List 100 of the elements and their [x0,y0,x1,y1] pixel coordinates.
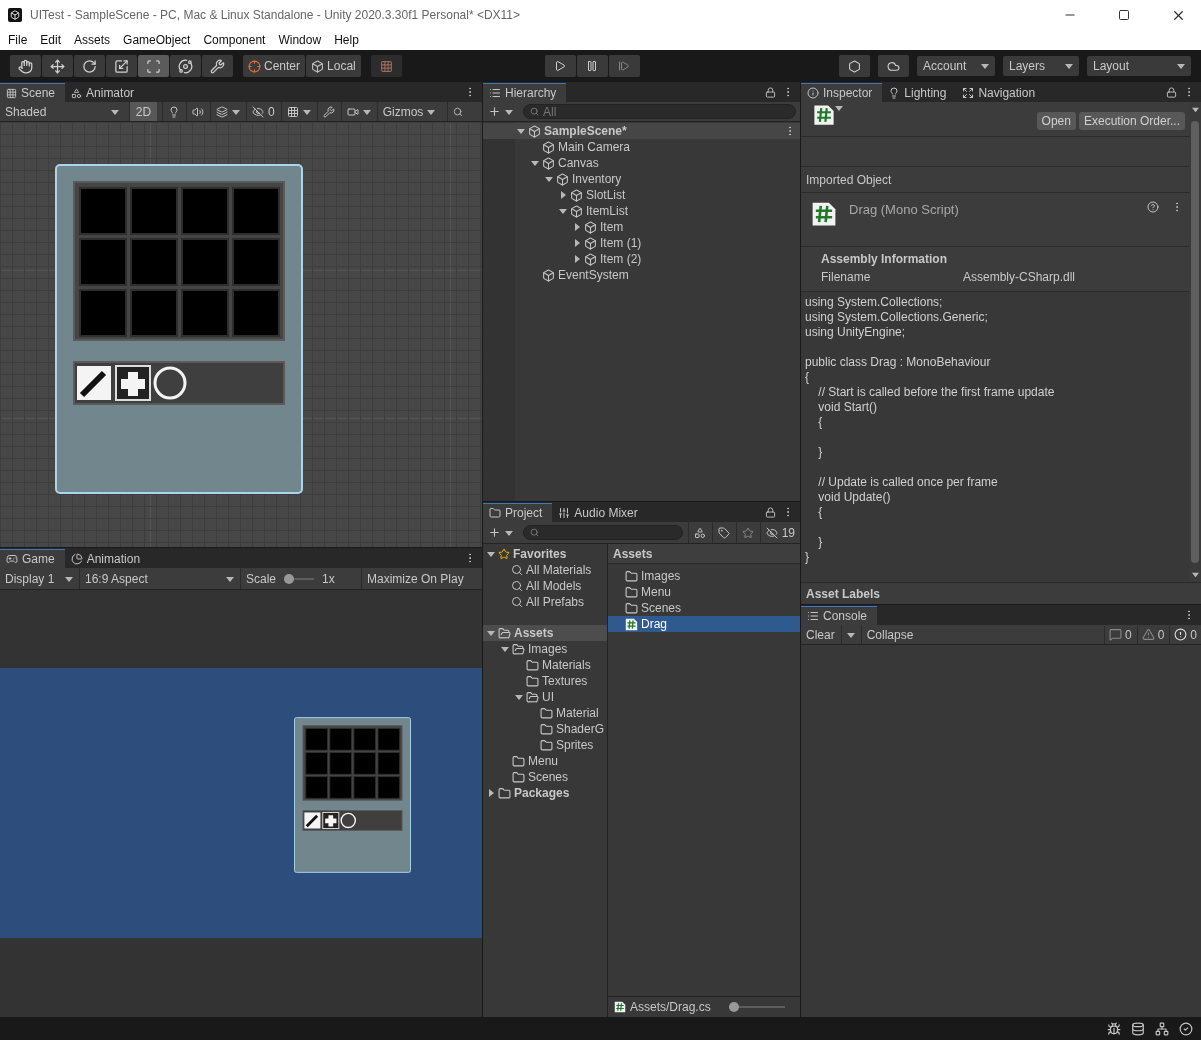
panel-tab[interactable]: Scene [0,83,66,102]
cube-icon [570,188,583,202]
search-icon [453,106,464,117]
panel-tab[interactable]: Inspector [801,83,883,102]
tree-item[interactable]: Menu [528,754,559,768]
header-button[interactable]: Execution Order... [1078,112,1185,130]
warning-icon [1141,628,1155,641]
tool-button[interactable] [74,55,105,77]
search-icon [511,596,523,608]
cube-icon [584,252,597,266]
code-line: public class Drag : MonoBehaviour [805,355,992,370]
tool-button[interactable] [106,55,137,77]
panel-tab[interactable]: Game [0,549,65,568]
cloud-button[interactable] [878,55,909,77]
caret-down-icon [362,107,371,116]
panel-tab[interactable]: Animator [65,83,145,102]
tree-item[interactable]: ShaderG [556,722,605,736]
panel-tab[interactable]: Hierarchy [483,83,567,102]
help-icon [1147,201,1159,213]
caret-down-icon [1177,62,1185,70]
menu-item[interactable]: Edit [40,33,62,47]
panel-tab[interactable]: Animation [64,549,151,568]
script-file-icon [614,1001,626,1013]
slider-thumb[interactable] [284,573,295,584]
asset-title: Drag (Mono Script) [849,201,960,217]
step-button[interactable] [608,55,640,77]
breadcrumb[interactable]: Assets [608,544,800,564]
tree-item[interactable]: Sprites [556,738,594,752]
wrench-icon [210,58,225,74]
folder-icon [540,738,553,752]
layers-dropdown[interactable]: Layers [1003,56,1079,76]
snap-button[interactable] [370,55,402,77]
tree-item[interactable]: Packages [514,786,570,800]
speaker-icon [192,105,204,118]
tree-item[interactable]: SlotList [586,188,626,202]
tree-item[interactable]: Scenes [528,770,569,784]
menu-item[interactable]: Window [278,33,322,47]
pause-button[interactable] [576,55,608,77]
tree-item[interactable]: EventSystem [558,268,629,282]
slider-thumb[interactable] [728,1002,739,1012]
tool-button[interactable] [42,55,73,77]
caret-down-icon [1191,571,1199,578]
tree-item[interactable]: Inventory [572,172,622,186]
panel-tab[interactable]: Lighting [882,83,957,102]
2d-toggle[interactable]: 2D [129,102,157,121]
tool-button[interactable] [170,55,201,77]
menu-item[interactable]: Assets [74,33,111,47]
menu-item[interactable]: Component [203,33,266,47]
tree-item[interactable]: Images [528,642,568,656]
tree-item[interactable]: UI [542,690,554,704]
folder-icon [512,754,525,768]
tree-item[interactable]: All Prefabs [526,595,585,609]
tree-item[interactable]: Assets [514,626,554,640]
panel-tab[interactable]: Project [483,503,553,522]
tree-row[interactable]: SampleScene* [483,123,800,139]
menu-item[interactable]: GameObject [123,33,191,47]
tree-item[interactable]: All Models [526,579,582,593]
asset-row[interactable]: Scenes [608,600,800,616]
play-icon [554,60,567,72]
menu-item[interactable]: Help [334,33,359,47]
asset-row[interactable]: Drag [608,616,800,632]
sliders-icon [558,507,571,519]
search-icon [530,528,539,537]
tree-item[interactable]: SampleScene* [544,124,627,138]
grid-icon [6,87,17,99]
star-icon [741,526,754,539]
tree-item[interactable]: Materials [542,658,591,672]
panel-tab[interactable]: Console [801,606,878,625]
code-line: using System.Collections.Generic; [805,310,989,325]
pie-clock-icon [70,553,83,565]
tree-item[interactable]: All Materials [526,563,592,577]
account-dropdown[interactable]: Account [917,56,995,76]
cube-icon [542,140,555,154]
tree-item[interactable]: ItemList [586,204,628,218]
tree-item[interactable]: Item (2) [600,252,642,266]
play-button[interactable] [544,55,576,77]
rotate-icon [82,58,97,74]
panel-tab[interactable]: Audio Mixer [552,503,648,522]
menu-item[interactable]: File [8,33,28,47]
header-button[interactable]: Open [1036,112,1076,130]
tree-item[interactable]: Material [556,706,599,720]
asset-row[interactable]: Images [608,568,800,584]
step-forward-icon [618,60,631,72]
pivot-button[interactable]: Local [306,55,361,77]
pivot-button[interactable]: Center [243,55,306,77]
panel-tab[interactable]: Navigation [956,83,1046,102]
tree-row[interactable]: Assets [483,625,607,641]
collab-button[interactable] [839,55,870,77]
search-field[interactable] [523,525,683,540]
tool-button[interactable] [202,55,233,77]
scene-view[interactable] [0,122,482,547]
tree-item[interactable]: Textures [542,674,588,688]
tool-button[interactable] [10,55,41,77]
layout-dropdown[interactable]: Layout [1087,56,1191,76]
tree-item[interactable]: Item [600,220,624,234]
tree-item[interactable]: Favorites [513,547,567,561]
tree-item[interactable]: Main Camera [558,140,631,154]
asset-row[interactable]: Menu [608,584,800,600]
tree-item[interactable]: Canvas [558,156,599,170]
tree-item[interactable]: Item (1) [600,236,642,250]
